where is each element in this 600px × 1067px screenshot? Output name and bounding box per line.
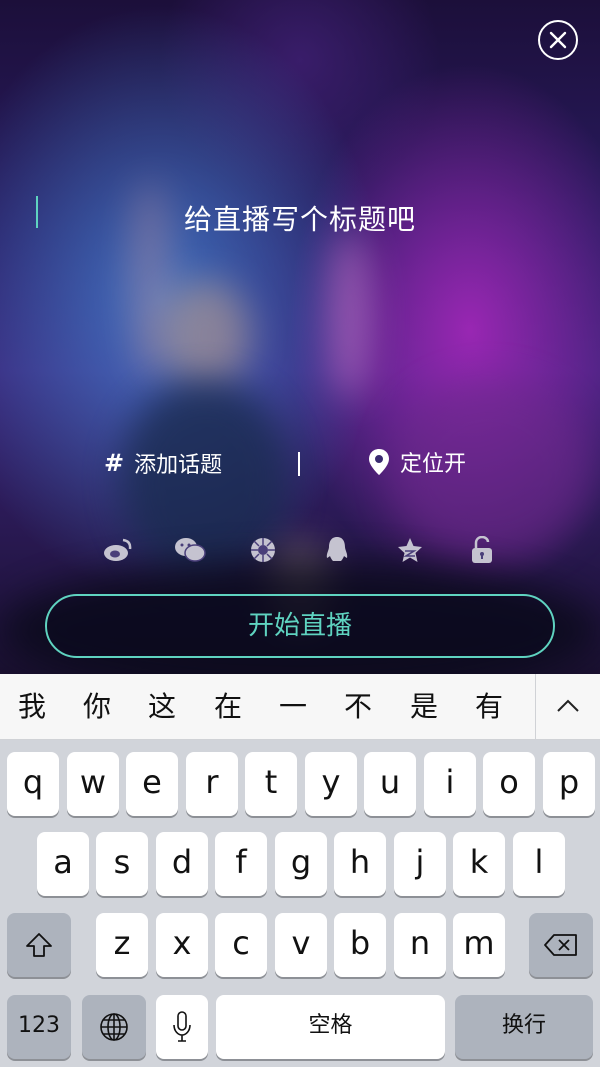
location-toggle[interactable]: 定位开 xyxy=(368,447,466,477)
key[interactable]: j xyxy=(394,832,446,896)
key[interactable]: g xyxy=(275,832,327,896)
candidate-word[interactable]: 在 xyxy=(196,674,260,740)
key[interactable]: a xyxy=(37,832,89,896)
microphone-key[interactable] xyxy=(156,995,208,1059)
numbers-key[interactable]: 123 xyxy=(7,995,71,1059)
key[interactable]: s xyxy=(96,832,148,896)
microphone-icon xyxy=(173,1011,191,1042)
key[interactable]: d xyxy=(156,832,208,896)
backspace-icon xyxy=(544,934,577,956)
location-pin-icon xyxy=(369,449,389,475)
key[interactable]: l xyxy=(513,832,565,896)
return-key[interactable]: 换行 xyxy=(455,995,593,1059)
candidate-word[interactable]: 我 xyxy=(0,674,64,740)
key[interactable]: m xyxy=(453,913,505,977)
key[interactable]: h xyxy=(334,832,386,896)
key[interactable]: r xyxy=(186,752,238,816)
key[interactable]: i xyxy=(424,752,476,816)
shift-key[interactable] xyxy=(7,913,71,977)
key[interactable]: o xyxy=(483,752,535,816)
key[interactable]: f xyxy=(215,832,267,896)
key[interactable]: n xyxy=(394,913,446,977)
candidate-word[interactable]: 一 xyxy=(261,674,325,740)
candidate-word[interactable]: 有 xyxy=(457,674,521,740)
lock-icon[interactable] xyxy=(471,535,493,564)
key[interactable]: w xyxy=(67,752,119,816)
key[interactable]: t xyxy=(245,752,297,816)
add-topic-button[interactable]: # 添加话题 xyxy=(104,448,222,478)
moments-icon[interactable] xyxy=(249,536,279,564)
key[interactable]: b xyxy=(334,913,386,977)
qq-icon[interactable] xyxy=(325,536,349,564)
start-live-button[interactable]: 开始直播 xyxy=(45,594,555,658)
title-input[interactable]: 给直播写个标题吧 xyxy=(0,198,600,238)
globe-key[interactable] xyxy=(82,995,146,1059)
key[interactable]: y xyxy=(305,752,357,816)
close-icon xyxy=(549,31,567,49)
location-label: 定位开 xyxy=(400,452,467,477)
add-topic-label: 添加话题 xyxy=(134,453,223,478)
key[interactable]: q xyxy=(7,752,59,816)
key[interactable]: e xyxy=(126,752,178,816)
weibo-icon[interactable] xyxy=(103,536,133,564)
divider xyxy=(298,452,300,476)
expand-candidates-button[interactable] xyxy=(535,674,600,740)
hashtag-icon: # xyxy=(104,449,125,477)
key[interactable]: u xyxy=(364,752,416,816)
shift-icon xyxy=(26,933,52,957)
qzone-icon[interactable] xyxy=(396,536,426,564)
key[interactable]: k xyxy=(453,832,505,896)
candidate-word[interactable]: 不 xyxy=(326,674,390,740)
candidate-word[interactable]: 是 xyxy=(392,674,456,740)
wechat-icon[interactable] xyxy=(174,536,206,564)
key[interactable]: z xyxy=(96,913,148,977)
keyboard: q w e r t y u i o p a s d f g h j k l z … xyxy=(0,740,600,1067)
chevron-up-icon xyxy=(557,699,579,712)
candidate-word[interactable]: 你 xyxy=(65,674,129,740)
ime-candidate-bar: 我 你 这 在 一 不 是 有 xyxy=(0,674,600,740)
share-options xyxy=(0,535,600,564)
space-key[interactable]: 空格 xyxy=(216,995,445,1059)
key[interactable]: c xyxy=(215,913,267,977)
close-button[interactable] xyxy=(538,20,578,60)
key[interactable]: v xyxy=(275,913,327,977)
key[interactable]: p xyxy=(543,752,595,816)
live-preview-background: 给直播写个标题吧 # 添加话题 定位开 开始直播 xyxy=(0,0,600,674)
globe-icon xyxy=(100,1013,128,1041)
candidate-word[interactable]: 这 xyxy=(130,674,194,740)
backspace-key[interactable] xyxy=(529,913,593,977)
key[interactable]: x xyxy=(156,913,208,977)
